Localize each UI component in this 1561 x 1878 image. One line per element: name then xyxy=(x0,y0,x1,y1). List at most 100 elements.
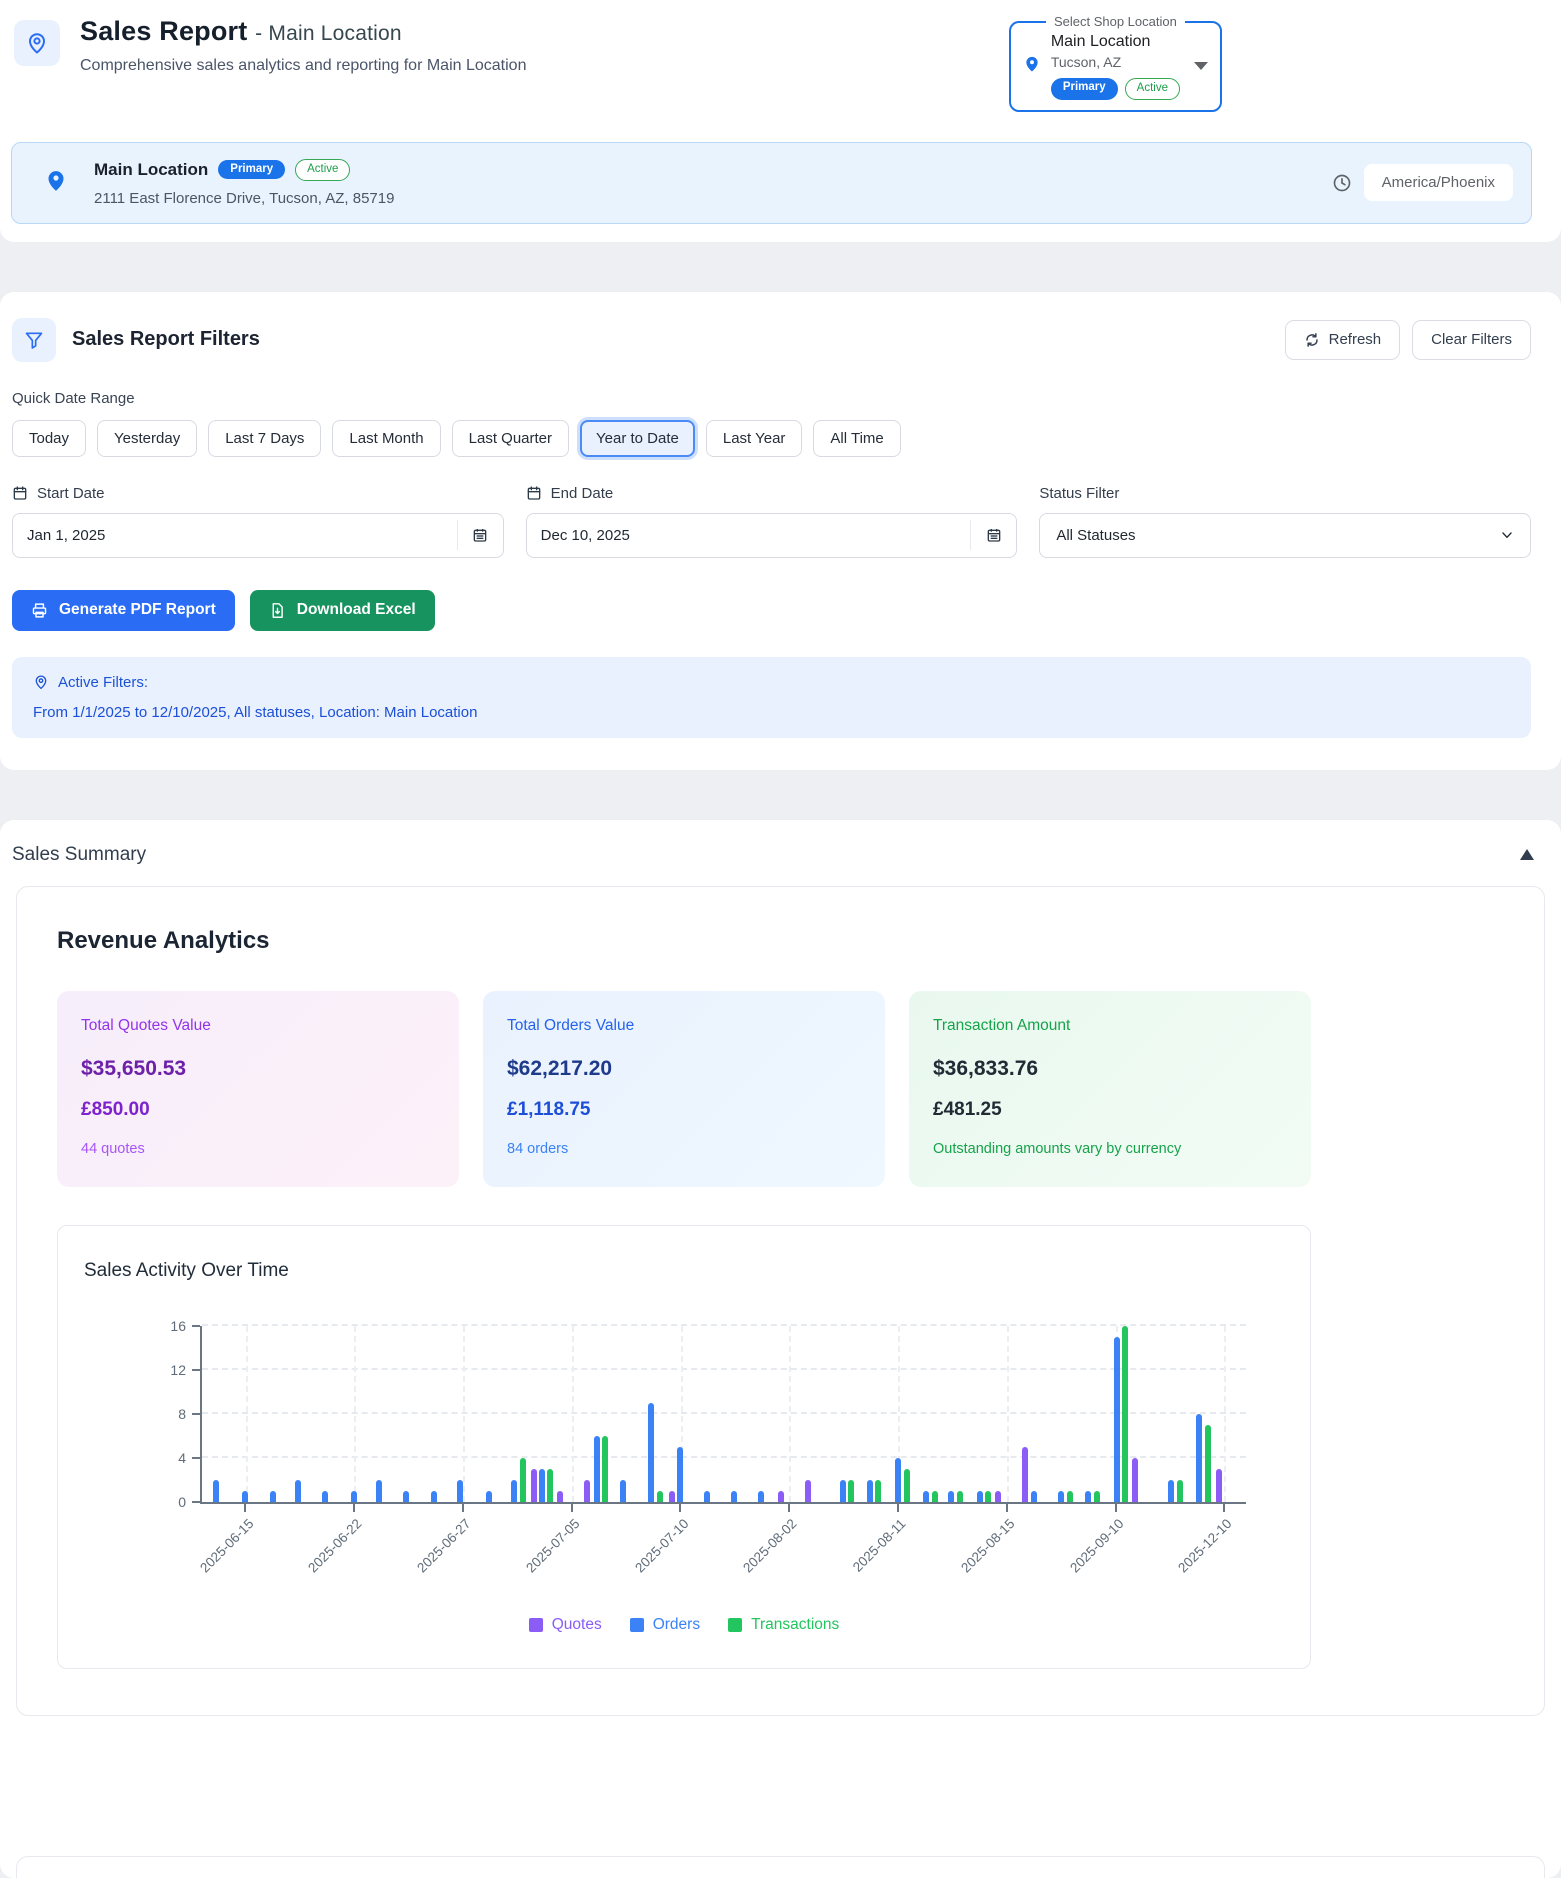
quick-range-all-time[interactable]: All Time xyxy=(813,419,901,457)
bar-transactions xyxy=(1094,1490,1100,1502)
x-axis-label: 2025-08-11 xyxy=(849,1515,909,1575)
report-location-pin-icon xyxy=(14,20,60,66)
gridline-y-16 xyxy=(202,1323,1246,1326)
active-filters-box: Active Filters: From 1/1/2025 to 12/10/2… xyxy=(12,656,1531,738)
calendar-icon xyxy=(473,529,487,542)
y-axis-label: 4 xyxy=(178,1449,186,1466)
end-date-value[interactable]: Dec 10, 2025 xyxy=(527,527,971,544)
legend-item-orders[interactable]: Orders xyxy=(629,1615,701,1634)
bar-quotes xyxy=(995,1490,1002,1502)
section-divider xyxy=(0,241,1561,292)
x-tick xyxy=(679,1503,682,1512)
clear-filters-button[interactable]: Clear Filters xyxy=(1412,319,1531,360)
clock-icon xyxy=(1332,173,1352,193)
bar-orders xyxy=(242,1490,249,1502)
caret-down-icon xyxy=(1194,62,1208,71)
legend-item-quotes[interactable]: Quotes xyxy=(528,1615,602,1634)
active-filters-title: Active Filters: xyxy=(58,673,149,691)
bar-quotes xyxy=(556,1490,563,1502)
page-title-suffix: - Main Location xyxy=(255,22,402,45)
y-axis-label: 8 xyxy=(178,1405,186,1422)
calendar-icon xyxy=(987,529,1001,542)
quick-range-year-to-date[interactable]: Year to Date xyxy=(580,419,695,457)
bar-orders xyxy=(269,1490,276,1502)
start-date-calendar-button[interactable] xyxy=(456,520,503,551)
y-tick xyxy=(192,1368,200,1371)
revenue-analytics-title: Revenue Analytics xyxy=(57,926,270,954)
quick-range-last-7-days[interactable]: Last 7 Days xyxy=(208,419,322,457)
timezone-chip: America/Phoenix xyxy=(1363,164,1513,202)
bar-orders xyxy=(403,1490,410,1502)
bar-transactions xyxy=(1176,1479,1183,1502)
refresh-button[interactable]: Refresh xyxy=(1284,319,1401,360)
quick-range-yesterday[interactable]: Yesterday xyxy=(97,419,198,457)
location-banner: Main Location Primary Active 2111 East F… xyxy=(11,141,1532,224)
start-date-value[interactable]: Jan 1, 2025 xyxy=(13,527,457,544)
calendar-icon xyxy=(13,486,27,500)
end-date-input[interactable]: Dec 10, 2025 xyxy=(525,512,1018,558)
gridline-y-4 xyxy=(202,1455,1246,1458)
x-axis-label: 2025-06-22 xyxy=(305,1515,365,1576)
status-filter-group: Status Filter All Statuses xyxy=(1039,485,1531,558)
x-tick xyxy=(896,1503,899,1512)
map-pin-icon xyxy=(1023,55,1041,78)
bar-orders xyxy=(976,1490,983,1502)
download-excel-button[interactable]: Download Excel xyxy=(249,589,435,631)
quick-range-last-quarter[interactable]: Last Quarter xyxy=(451,419,570,457)
bar-quotes xyxy=(530,1468,537,1502)
legend-label: Orders xyxy=(652,1615,701,1633)
stat-card-green: Transaction Amount $36,833.76 £481.25 Outst… xyxy=(909,990,1311,1187)
y-axis-label: 0 xyxy=(178,1493,186,1510)
bar-orders xyxy=(486,1490,493,1502)
status-filter-label: Status Filter xyxy=(1039,484,1120,502)
chevron-down-icon xyxy=(1502,532,1512,539)
shop-location-selector[interactable]: Select Shop Location Main Location Tucso… xyxy=(1008,14,1222,112)
stat-gbp: £850.00 xyxy=(81,1098,150,1120)
gridline-y-12 xyxy=(202,1367,1246,1370)
end-date-calendar-button[interactable] xyxy=(970,520,1016,551)
active-badge: Active xyxy=(1124,78,1180,100)
quick-date-range-label: Quick Date Range xyxy=(12,389,135,407)
bar-orders xyxy=(430,1490,437,1502)
stat-card-blue: Total Orders Value $62,217.20 £1,118.75 84 … xyxy=(483,990,885,1187)
bar-transactions xyxy=(602,1435,609,1502)
gridline-x xyxy=(789,1325,792,1502)
chart-x-axis-labels: 2025-06-15 2025-06-22 2025-06-27 2025-07-05… xyxy=(197,1515,1246,1600)
quick-range-last-month[interactable]: Last Month xyxy=(332,419,441,457)
x-tick xyxy=(1005,1503,1008,1512)
filters-title: Sales Report Filters xyxy=(72,328,260,351)
generate-pdf-button[interactable]: Generate PDF Report xyxy=(12,589,235,631)
x-tick xyxy=(1114,1503,1117,1512)
status-filter-select[interactable]: All Statuses xyxy=(1039,512,1531,558)
bar-orders xyxy=(648,1402,655,1502)
legend-label: Quotes xyxy=(551,1615,602,1633)
stat-note: 84 orders xyxy=(507,1140,569,1157)
legend-item-transactions[interactable]: Transactions xyxy=(728,1616,839,1634)
bar-orders xyxy=(1167,1479,1174,1502)
bar-transactions xyxy=(519,1457,526,1502)
x-axis-label: 2025-08-02 xyxy=(740,1515,800,1576)
end-date-label: End Date xyxy=(526,485,1018,502)
bar-orders xyxy=(894,1457,901,1502)
stat-note: Outstanding amounts vary by currency xyxy=(933,1140,1182,1157)
sales-activity-chart: 2025-06-15 2025-06-22 2025-06-27 2025-07-05… xyxy=(170,1318,1246,1575)
y-axis-label: 12 xyxy=(170,1361,186,1378)
y-tick xyxy=(192,1456,200,1459)
filters-section: Sales Report Filters Refresh Clear Filte… xyxy=(0,291,1561,770)
sales-summary-title: Sales Summary xyxy=(12,843,147,865)
bar-orders xyxy=(539,1468,546,1502)
bar-orders xyxy=(213,1479,220,1502)
x-tick xyxy=(353,1503,356,1512)
x-tick xyxy=(1223,1503,1226,1512)
quick-range-last-year[interactable]: Last Year xyxy=(705,419,803,457)
collapse-triangle-icon[interactable] xyxy=(1520,849,1534,861)
shop-selector-legend: Select Shop Location xyxy=(1053,14,1177,29)
bar-orders xyxy=(730,1490,737,1502)
bar-transactions xyxy=(1066,1490,1073,1502)
bar-quotes xyxy=(804,1479,811,1502)
start-date-input[interactable]: Jan 1, 2025 xyxy=(12,512,504,558)
bar-transactions xyxy=(875,1479,882,1502)
banner-address: 2111 East Florence Drive, Tucson, AZ, 85… xyxy=(94,189,395,207)
quick-range-today[interactable]: Today xyxy=(12,419,87,457)
legend-label: Transactions xyxy=(751,1615,840,1633)
